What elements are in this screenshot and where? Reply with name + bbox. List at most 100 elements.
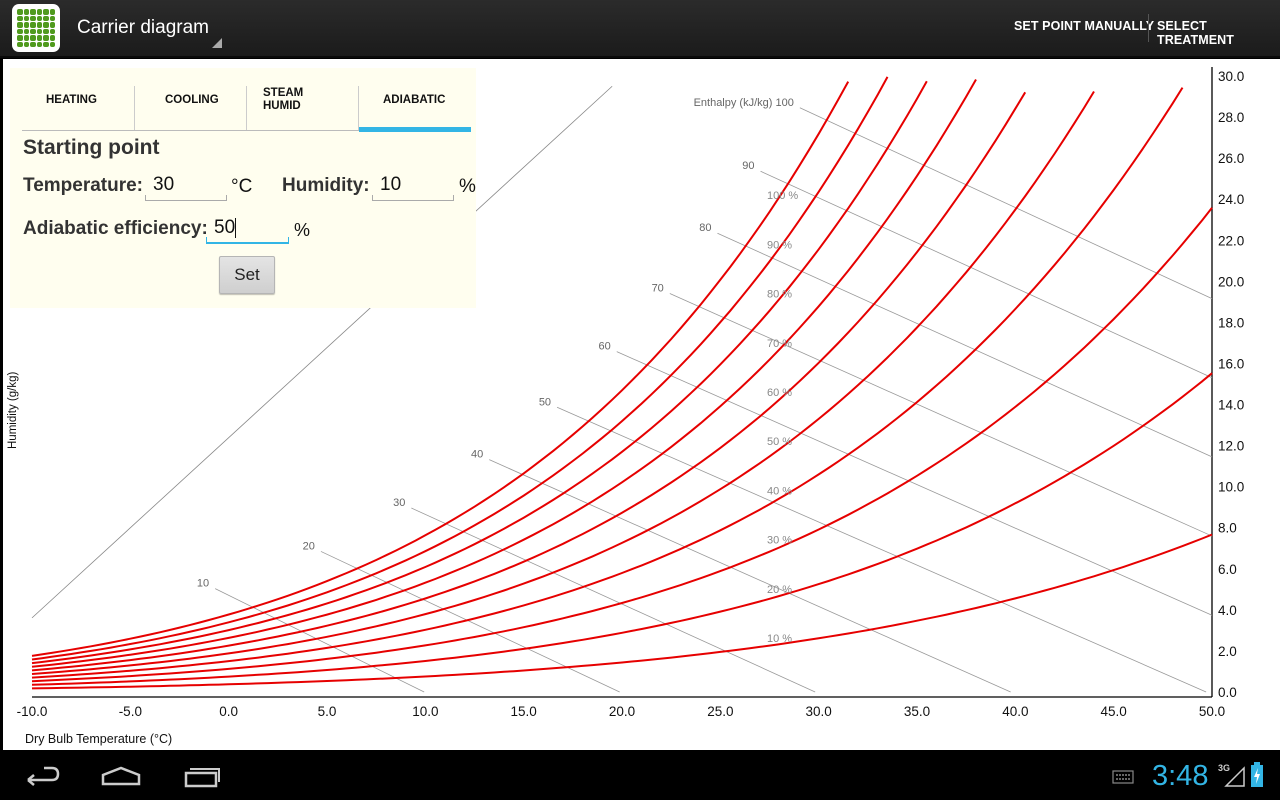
app-icon-cell	[17, 35, 23, 41]
select-treatment-button[interactable]: SELECT TREATMENT	[1157, 19, 1280, 47]
x-axis-title: Dry Bulb Temperature (°C)	[25, 732, 172, 746]
app-icon-cell	[36, 15, 42, 21]
app-icon-cell	[30, 22, 36, 28]
app-icon-cell	[36, 28, 42, 34]
y-axis-title: Humidity (g/kg)	[7, 372, 19, 449]
content-area: -10.0 -5.0 0.0 5.0 10.0 15.0 20.0 25.0 30.0 35.0 4…	[3, 59, 1280, 750]
x-tick-label: 25.0	[707, 704, 733, 719]
battery-charging-icon	[1251, 762, 1263, 787]
app-icon-cell	[49, 28, 55, 34]
rh-curve	[31, 533, 1213, 690]
y-tick-label: 0.0	[1218, 685, 1237, 700]
app-icon-cell	[23, 15, 29, 21]
tab-heating[interactable]: HEATING	[10, 68, 134, 132]
enthalpy-label: 20	[303, 540, 315, 552]
app-icon-cell	[43, 15, 49, 21]
enthalpy-label: 90	[742, 160, 754, 172]
app-icon-cell	[17, 22, 23, 28]
efficiency-label: Adiabatic efficiency:	[23, 218, 208, 239]
efficiency-value: 50	[214, 217, 236, 238]
y-tick-label: 30.0	[1218, 69, 1244, 84]
enthalpy-label: 50	[539, 396, 551, 408]
humidity-input[interactable]: 10	[372, 171, 454, 201]
home-icon[interactable]	[100, 758, 142, 792]
app-icon-cell	[49, 15, 55, 21]
dropdown-corner-icon	[212, 38, 222, 48]
rh-label: 80 %	[767, 289, 792, 301]
x-tick-label: 50.0	[1199, 704, 1225, 719]
x-tick-label: -5.0	[119, 704, 142, 719]
y-tick-label: 18.0	[1218, 315, 1244, 330]
set-button[interactable]: Set	[219, 256, 275, 294]
app-icon-cell	[49, 22, 55, 28]
y-tick-label: 24.0	[1218, 192, 1244, 207]
app-icon-cell	[30, 15, 36, 21]
set-point-manually-button[interactable]: SET POINT MANUALLY	[1014, 19, 1154, 33]
app-icon-cell	[43, 28, 49, 34]
efficiency-unit: %	[294, 220, 311, 240]
app-icon-cell	[23, 35, 29, 41]
enthalpy-label: 40	[471, 449, 483, 461]
humidity-label: Humidity:	[282, 175, 370, 196]
enthalpy-line	[489, 459, 1011, 693]
system-nav-bar: 3:48 3G	[0, 750, 1280, 800]
app-icon-cell	[17, 41, 23, 47]
back-icon[interactable]	[22, 758, 62, 792]
y-tick-label: 16.0	[1218, 356, 1244, 371]
x-tick-label: 30.0	[806, 704, 832, 719]
app-icon-cell	[43, 41, 49, 47]
enthalpy-label: 10	[197, 578, 209, 590]
app-icon-cell	[36, 9, 42, 15]
section-heading: Starting point	[23, 136, 160, 159]
y-tick-label: 12.0	[1218, 439, 1244, 454]
app-icon-cell	[30, 35, 36, 41]
rh-label: 40 %	[767, 485, 792, 497]
app-icon-cell	[17, 9, 23, 15]
app-icon-cell	[49, 41, 55, 47]
efficiency-input[interactable]: 50	[206, 214, 289, 244]
app-icon-cell	[17, 15, 23, 21]
temperature-label: Temperature:	[23, 175, 144, 196]
app-icon-cell	[36, 41, 42, 47]
app-icon-cell	[30, 9, 36, 15]
app-icon-cell	[23, 22, 29, 28]
y-tick-label: 2.0	[1218, 644, 1237, 659]
app-grid-icon[interactable]	[12, 4, 60, 52]
y-tick-label: 26.0	[1218, 151, 1244, 166]
rh-label: 100 %	[767, 190, 798, 202]
app-icon-cell	[36, 22, 42, 28]
app-icon-cell	[49, 9, 55, 15]
app-icon-cell	[43, 22, 49, 28]
temperature-unit: °C	[231, 176, 253, 197]
tab-steam-humid[interactable]: STEAM HUMID	[247, 68, 317, 132]
rh-label: 60 %	[767, 387, 792, 399]
app-icon-cell	[23, 9, 29, 15]
app-icon-cell	[23, 28, 29, 34]
y-tick-label: 14.0	[1218, 398, 1244, 413]
tab-cooling[interactable]: COOLING	[135, 68, 246, 132]
rh-label: 10 %	[767, 633, 792, 645]
y-tick-label: 10.0	[1218, 480, 1244, 495]
signal-icon	[1224, 766, 1245, 787]
enthalpy-line	[320, 551, 620, 693]
app-title[interactable]: Carrier diagram	[77, 17, 209, 39]
app-icon-cell	[23, 41, 29, 47]
x-tick-label: 35.0	[904, 704, 930, 719]
enthalpy-label: 70	[652, 282, 664, 294]
enthalpy-line	[669, 293, 1213, 537]
x-tick-label: 5.0	[318, 704, 337, 719]
rh-label: 90 %	[767, 239, 792, 251]
recent-apps-icon[interactable]	[182, 758, 222, 792]
y-tick-label: 20.0	[1218, 274, 1244, 289]
y-tick-label: 28.0	[1218, 110, 1244, 125]
tab-adiabatic[interactable]: ADIABATIC	[359, 68, 471, 132]
rh-label: 70 %	[767, 338, 792, 350]
app-icon-cell	[30, 41, 36, 47]
action-bar: Carrier diagram SET POINT MANUALLY SELEC…	[0, 0, 1280, 58]
x-tick-label: 0.0	[219, 704, 238, 719]
enthalpy-label: 80	[699, 222, 711, 234]
y-tick-label: 22.0	[1218, 233, 1244, 248]
clock: 3:48	[1152, 760, 1209, 792]
temperature-input[interactable]: 30	[145, 171, 227, 201]
tab-underline	[22, 130, 359, 131]
